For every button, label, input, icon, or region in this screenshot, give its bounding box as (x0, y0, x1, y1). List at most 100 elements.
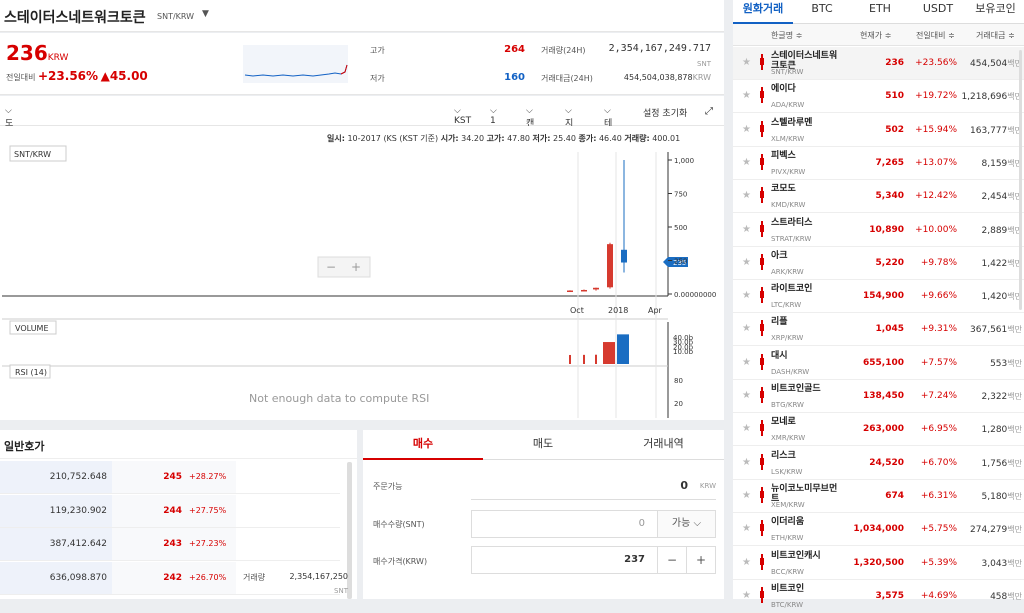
coin-name: 아크 (771, 250, 788, 261)
market-row[interactable]: ★ 스테이터스네트워크토큰 SNT/KRW 236 +23.56% 454,504백만 (733, 47, 1024, 80)
coin-price: 24,520 (869, 457, 904, 468)
market-row[interactable]: ★ 리플 XRP/KRW 1,045 +9.31% 367,561백만 (733, 313, 1024, 347)
coin-amount: 1,280백만 (981, 425, 1023, 436)
market-scrollbar[interactable] (1019, 50, 1022, 310)
favorite-star-icon[interactable]: ★ (742, 457, 751, 468)
mini-candle-body (760, 357, 764, 365)
indicator-menu[interactable]: 지표 ⌵ (565, 106, 573, 142)
timezone-menu[interactable]: KST ⌵ (454, 106, 471, 126)
reset-settings-button[interactable]: 설정 초기화 (643, 106, 687, 119)
coin-title-bar: 스테이터스네트워크토큰 SNT/KRW ▼ (0, 0, 724, 32)
favorite-star-icon[interactable]: ★ (742, 290, 751, 301)
orderbook-row[interactable]: 387,412.642 243 +27.23% (0, 528, 340, 561)
favorite-star-icon[interactable]: ★ (742, 590, 751, 601)
favorite-star-icon[interactable]: ★ (742, 423, 751, 434)
orderbook-qty: 387,412.642 (49, 539, 107, 549)
coin-name: 비트코인 (771, 583, 805, 594)
mini-candle-body (760, 224, 764, 232)
mini-candle-body (760, 590, 764, 598)
tab-buy[interactable]: 매수 (363, 430, 483, 460)
candle-menu[interactable]: 캔들 ⌵ (526, 106, 534, 142)
market-row[interactable]: ★ 대시 DASH/KRW 655,100 +7.57% 553백만 (733, 347, 1024, 380)
tab-my-coins[interactable]: 보유코인 (967, 0, 1024, 24)
coin-change: +9.66% (920, 291, 957, 302)
market-row[interactable]: ★ 에이다 ADA/KRW 510 +19.72% 1,218,696백만 (733, 80, 1024, 114)
buy-price-input[interactable]: 237 − + (471, 546, 716, 574)
favorite-star-icon[interactable]: ★ (742, 90, 751, 101)
market-row[interactable]: ★ 비트코인캐시 BCC/KRW 1,320,500 +5.39% 3,043백만 (733, 547, 1024, 580)
orderbook-qty: 119,230.902 (49, 505, 107, 516)
market-row[interactable]: ★ 모네로 XMR/KRW 263,000 +6.95% 1,280백만 (733, 413, 1024, 447)
fullscreen-icon[interactable]: ⤢ (705, 106, 713, 117)
market-row[interactable]: ★ 비트코인골드 BTG/KRW 138,450 +7.24% 2,322백만 (733, 380, 1024, 413)
favorite-star-icon[interactable]: ★ (742, 224, 751, 235)
coin-name: 스텔라루멘 (771, 117, 813, 128)
available-qty-dropdown[interactable]: 가능 ⌵ (657, 511, 715, 537)
volume-bar (603, 342, 615, 364)
coin-amount: 1,218,696백만 (961, 92, 1022, 103)
coin-price: 1,320,500 (853, 557, 904, 568)
candle-chart-svg: SNT/KRW VOLUME RSI (14) Not enough data … (2, 145, 716, 418)
favorite-star-icon[interactable]: ★ (742, 57, 751, 68)
coin-amount: 1,420백만 (981, 292, 1023, 303)
tab-krw-market[interactable]: 원화거래 (733, 0, 793, 24)
tab-history[interactable]: 거래내역 (603, 430, 724, 460)
zoom-out-button[interactable]: − (326, 260, 336, 274)
rsi-tick-label: 20 (674, 400, 683, 408)
orderbook-pct: +26.70% (189, 572, 227, 582)
market-row[interactable]: ★ 리스크 LSK/KRW 24,520 +6.70% 1,756백만 (733, 447, 1024, 480)
coin-amount: 2,454백만 (981, 192, 1023, 203)
theme-menu[interactable]: 테마 ⌵ (604, 106, 612, 142)
market-row[interactable]: ★ 피벡스 PIVX/KRW 7,265 +13.07% 8,159백만 (733, 147, 1024, 180)
market-row[interactable]: ★ 비트코인 BTC/KRW 3,575 +4.69% 458백만 (733, 580, 1024, 613)
favorite-star-icon[interactable]: ★ (742, 190, 751, 201)
tab-btc-market[interactable]: BTC (793, 0, 851, 24)
favorite-star-icon[interactable]: ★ (742, 490, 751, 501)
favorite-star-icon[interactable]: ★ (742, 557, 751, 568)
sort-name[interactable]: 한글명 ≑ (771, 30, 802, 41)
orderbook-row[interactable]: 119,230.902 244 +27.75% (0, 494, 340, 528)
coin-change: +13.07% (915, 157, 957, 168)
coin-price: 5,340 (875, 191, 904, 202)
favorite-star-icon[interactable]: ★ (742, 523, 751, 534)
tab-eth-market[interactable]: ETH (851, 0, 909, 24)
candle-body (607, 244, 613, 288)
sort-price[interactable]: 현재가 ≑ (860, 30, 891, 41)
tools-menu[interactable]: 도구 ⌵ (5, 106, 13, 142)
coin-symbol: PIVX/KRW (771, 167, 806, 176)
favorite-star-icon[interactable]: ★ (742, 124, 751, 135)
market-row[interactable]: ★ 스텔라루멘 XLM/KRW 502 +15.94% 163,777백만 (733, 114, 1024, 147)
price-increase-button[interactable]: + (686, 547, 715, 573)
market-row[interactable]: ★ 이더리움 ETH/KRW 1,034,000 +5.75% 274,279백만 (733, 513, 1024, 547)
buy-quantity-input[interactable]: 0 가능 ⌵ (471, 510, 716, 538)
mini-candle-body (760, 457, 764, 465)
market-row[interactable]: ★ 라이트코인 LTC/KRW 154,900 +9.66% 1,420백만 (733, 280, 1024, 314)
market-row[interactable]: ★ 뉴이코노미무브먼트 XEM/KRW 674 +6.31% 5,180백만 (733, 480, 1024, 513)
tab-sell[interactable]: 매도 (483, 430, 603, 460)
available-value: 0 (680, 479, 688, 492)
period-menu[interactable]: 1달 ⌵ (490, 106, 498, 139)
price-decrease-button[interactable]: − (657, 547, 686, 573)
coin-name: 비트코인캐시 (771, 550, 821, 561)
mini-candle-body (760, 524, 764, 532)
coin-dropdown-icon[interactable]: ▼ (202, 9, 209, 19)
favorite-star-icon[interactable]: ★ (742, 157, 751, 168)
tab-usdt-market[interactable]: USDT (909, 0, 967, 24)
favorite-star-icon[interactable]: ★ (742, 257, 751, 268)
sort-amount[interactable]: 거래대금 ≑ (976, 30, 1015, 41)
zoom-in-button[interactable]: + (351, 260, 361, 274)
price-chart-panel[interactable]: 일시: 10-2017 (KS (KST 기준) 시가: 34.20 고가: 4… (0, 126, 724, 420)
favorite-star-icon[interactable]: ★ (742, 323, 751, 334)
market-row[interactable]: ★ 코모도 KMD/KRW 5,340 +12.42% 2,454백만 (733, 180, 1024, 214)
orderbook-price: 242 (163, 572, 182, 583)
coin-price: 154,900 (863, 291, 904, 302)
sort-change[interactable]: 전일대비 ≑ (916, 30, 955, 41)
favorite-star-icon[interactable]: ★ (742, 390, 751, 401)
orderbook-row[interactable]: 210,752.648 245 +28.27% (0, 461, 340, 494)
market-row[interactable]: ★ 스트라티스 STRAT/KRW 10,890 +10.00% 2,889백만 (733, 214, 1024, 247)
favorite-star-icon[interactable]: ★ (742, 357, 751, 368)
coin-price: 3,575 (875, 590, 904, 601)
market-row[interactable]: ★ 아크 ARK/KRW 5,220 +9.78% 1,422백만 (733, 247, 1024, 280)
coin-amount: 2,322백만 (981, 392, 1023, 402)
coin-price: 7,265 (875, 157, 904, 168)
